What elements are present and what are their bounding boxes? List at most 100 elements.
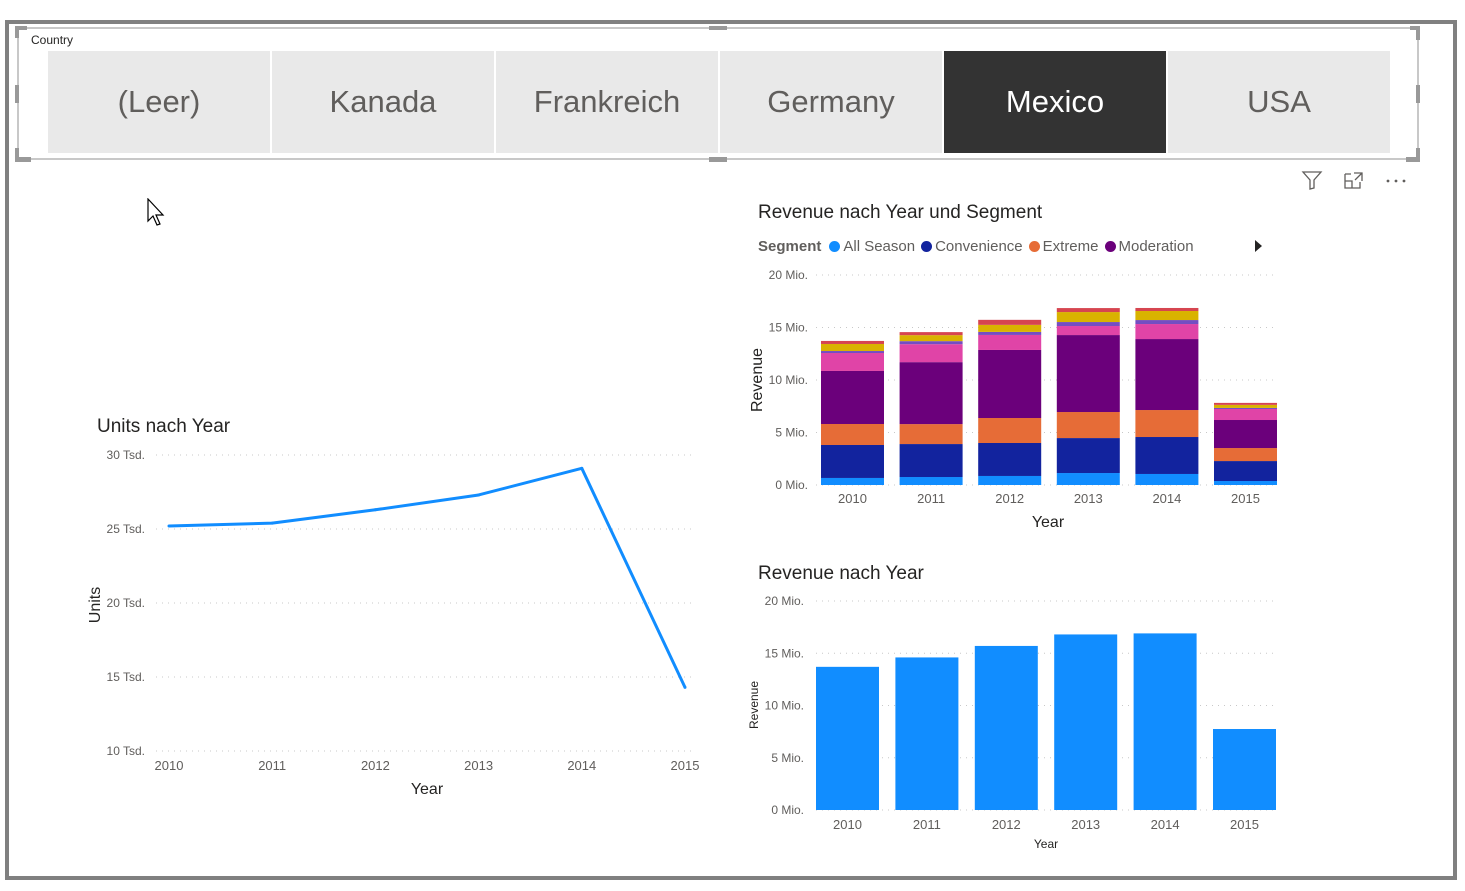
bar-segment-moderation <box>1214 420 1277 449</box>
bar-segment-all-season <box>821 477 884 485</box>
bar-segment-segment-8 <box>821 340 884 344</box>
visual-header <box>1300 168 1408 192</box>
x-tick-label: 2014 <box>1152 491 1181 506</box>
slicer-tile-mexico[interactable]: Mexico <box>944 51 1166 153</box>
x-tick-label: 2013 <box>1071 817 1100 832</box>
bar-segment-segment-5 <box>1056 326 1120 336</box>
legend-dot-icon <box>1028 241 1040 252</box>
bar-segment-segment-7 <box>899 335 963 342</box>
resize-handle-bottom-right[interactable] <box>1406 157 1420 162</box>
revenue-chart-title: Revenue nach Year <box>758 563 924 584</box>
legend-label: Convenience <box>935 238 1023 255</box>
x-tick-label: 2013 <box>464 758 493 773</box>
slicer-tiles: (Leer) Kanada Frankreich Germany Mexico … <box>48 51 1390 153</box>
y-tick-label: 10 Tsd. <box>107 744 145 758</box>
x-tick-label: 2010 <box>833 817 862 832</box>
y-tick-label: 0 Mio. <box>775 478 808 492</box>
revenue-segment-stacked-chart[interactable]: 0 Mio. 5 Mio. 10 Mio. 15 Mio. 20 Mio. Year Rev… <box>740 260 1285 540</box>
slicer-tile-label: Germany <box>767 84 895 119</box>
revenue-bar <box>895 657 959 810</box>
slicer-tile-kanada[interactable]: Kanada <box>272 51 494 153</box>
legend-item-moderation[interactable]: Moderation <box>1104 238 1194 255</box>
bar-segment-extreme <box>1056 412 1120 439</box>
x-tick-label: 2011 <box>913 817 941 832</box>
bar-segment-all-season <box>978 475 1042 485</box>
legend-item-convenience[interactable]: Convenience <box>921 238 1023 255</box>
resize-handle-bottom-left[interactable] <box>15 157 31 162</box>
bar-segment-segment-6 <box>1135 320 1199 325</box>
more-options-icon[interactable] <box>1384 168 1408 192</box>
x-tick-label: 2015 <box>671 758 700 773</box>
x-axis-title: Year <box>411 781 444 798</box>
data-point <box>683 685 687 689</box>
slicer-tile-frankreich[interactable]: Frankreich <box>496 51 718 153</box>
filter-icon[interactable] <box>1300 168 1324 192</box>
bar-segment-segment-7 <box>821 343 884 352</box>
y-tick-label: 10 Mio. <box>765 699 804 713</box>
y-tick-label: 15 Tsd. <box>107 670 145 684</box>
x-tick-label: 2011 <box>917 491 945 506</box>
slicer-tile-label: Kanada <box>329 84 437 119</box>
slicer-tile-label: USA <box>1247 84 1311 119</box>
resize-handle-right[interactable] <box>1416 85 1420 103</box>
bar-segment-segment-6 <box>978 331 1042 335</box>
data-point <box>373 508 377 512</box>
bar-segment-extreme <box>1214 448 1277 462</box>
revenue-bar <box>1213 729 1276 810</box>
data-point <box>270 521 274 525</box>
x-tick-label: 2012 <box>995 491 1024 506</box>
y-axis-title: Revenue <box>747 681 761 729</box>
legend-dot-icon <box>829 241 841 252</box>
bar-segment-segment-6 <box>1056 322 1120 327</box>
segment-legend: Segment All Season Convenience Extreme M… <box>758 238 1200 255</box>
legend-item-all-season[interactable]: All Season <box>829 238 915 255</box>
bar-segment-moderation <box>821 370 884 424</box>
data-point <box>580 466 584 470</box>
bar-segment-extreme <box>899 424 963 445</box>
slicer-tile-usa[interactable]: USA <box>1168 51 1390 153</box>
bar-segment-segment-8 <box>1214 402 1277 405</box>
y-tick-label: 25 Tsd. <box>107 522 145 536</box>
y-tick-label: 0 Mio. <box>771 803 804 817</box>
legend-label: Moderation <box>1118 238 1194 255</box>
x-tick-label: 2012 <box>361 758 390 773</box>
bar-segment-segment-7 <box>978 324 1042 332</box>
revenue-column-chart[interactable]: 0 Mio. 5 Mio. 10 Mio. 15 Mio. 20 Mio. Year Rev… <box>740 590 1285 860</box>
focus-mode-icon[interactable] <box>1342 168 1366 192</box>
x-axis-title: Year <box>1034 837 1058 851</box>
bar-segment-extreme <box>1135 410 1199 438</box>
slicer-tile-leer[interactable]: (Leer) <box>48 51 270 153</box>
y-tick-label: 5 Mio. <box>775 426 808 440</box>
units-chart-title: Units nach Year <box>97 416 231 437</box>
bar-segment-moderation <box>1056 335 1120 413</box>
x-tick-label: 2014 <box>567 758 596 773</box>
data-point <box>167 524 171 528</box>
x-tick-label: 2011 <box>258 758 286 773</box>
bar-segment-segment-8 <box>899 332 963 336</box>
bar-segment-segment-7 <box>1214 404 1277 408</box>
bar-segment-moderation <box>899 362 963 425</box>
resize-handle-bottom[interactable] <box>709 157 727 162</box>
data-point <box>477 493 481 497</box>
resize-handle-left[interactable] <box>15 85 19 103</box>
legend-label: Extreme <box>1042 238 1099 255</box>
revenue-segment-chart-title: Revenue nach Year und Segment <box>758 202 1043 223</box>
slicer-tile-germany[interactable]: Germany <box>720 51 942 153</box>
bar-segment-moderation <box>978 349 1042 419</box>
units-line-chart[interactable]: 10 Tsd. 15 Tsd. 20 Tsd. 25 Tsd. 30 Tsd. Year U… <box>80 440 720 810</box>
bar-segment-all-season <box>1056 473 1120 485</box>
bar-segment-all-season <box>1135 473 1199 485</box>
resize-handle-top-right-v[interactable] <box>1416 26 1420 40</box>
y-tick-label: 20 Tsd. <box>107 596 145 610</box>
bar-segment-convenience <box>1056 438 1120 474</box>
revenue-bar <box>816 666 879 810</box>
resize-handle-top[interactable] <box>709 26 727 30</box>
legend-item-extreme[interactable]: Extreme <box>1028 238 1099 255</box>
bar-segment-extreme <box>978 418 1042 443</box>
resize-handle-top-left-v[interactable] <box>15 26 19 38</box>
legend-next-arrow-icon[interactable] <box>1255 240 1262 252</box>
bar-segment-convenience <box>899 444 963 478</box>
bar-segment-segment-6 <box>899 341 963 345</box>
bar-segment-convenience <box>1135 437 1199 474</box>
y-tick-label: 5 Mio. <box>771 751 804 765</box>
